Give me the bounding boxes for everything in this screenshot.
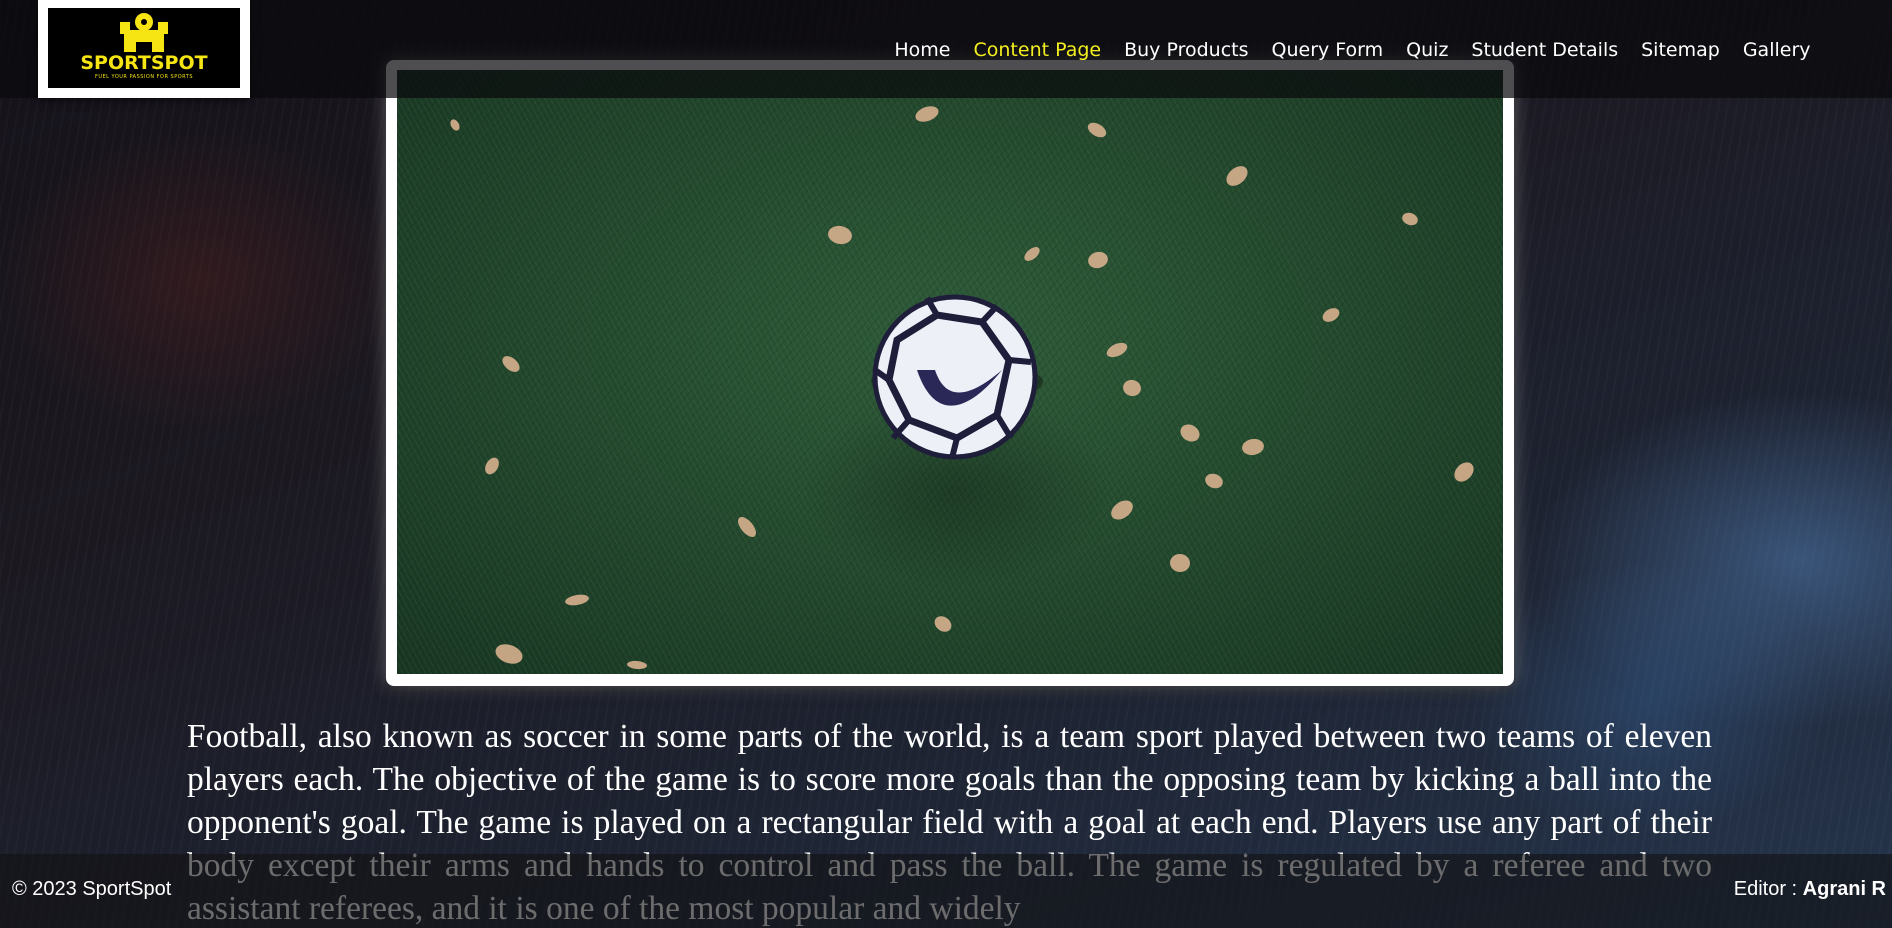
site-logo[interactable]: SPORTSPOT FUEL YOUR PASSION FOR SPORTS bbox=[38, 0, 250, 98]
nav-content-page-link[interactable]: Content Page bbox=[962, 38, 1113, 62]
soccer-ball-icon bbox=[871, 294, 1043, 460]
nav-buy-products-link[interactable]: Buy Products bbox=[1113, 38, 1260, 62]
nav-gallery-link[interactable]: Gallery bbox=[1731, 38, 1822, 62]
nav-quiz-link[interactable]: Quiz bbox=[1395, 38, 1460, 62]
soccer-field-illustration bbox=[450, 106, 1474, 670]
logo-wordmark: SPORTSPOT bbox=[80, 52, 208, 74]
nav-home-link[interactable]: Home bbox=[883, 38, 962, 62]
hero-image bbox=[397, 70, 1503, 674]
nav-query-form-link[interactable]: Query Form bbox=[1260, 38, 1395, 62]
copyright-text: © 2023 SportSpot bbox=[12, 878, 172, 900]
top-navbar: SPORTSPOT FUEL YOUR PASSION FOR SPORTS H… bbox=[0, 0, 1892, 98]
main-nav: Home Content Page Buy Products Query For… bbox=[883, 38, 1822, 62]
logo-tagline: FUEL YOUR PASSION FOR SPORTS bbox=[94, 74, 194, 80]
hero-image-frame bbox=[386, 60, 1514, 686]
editor-credit: Editor : Agrani R bbox=[1734, 878, 1886, 901]
editor-label: Editor : bbox=[1733, 878, 1803, 900]
page-footer: © 2023 SportSpot Editor : Agrani R bbox=[0, 854, 1892, 928]
nav-sitemap-link[interactable]: Sitemap bbox=[1630, 38, 1732, 62]
logo-mascot-icon bbox=[120, 13, 168, 52]
nav-student-details-link[interactable]: Student Details bbox=[1460, 38, 1630, 62]
editor-name: Agrani R bbox=[1802, 878, 1886, 900]
logo-badge: SPORTSPOT FUEL YOUR PASSION FOR SPORTS bbox=[48, 8, 240, 88]
